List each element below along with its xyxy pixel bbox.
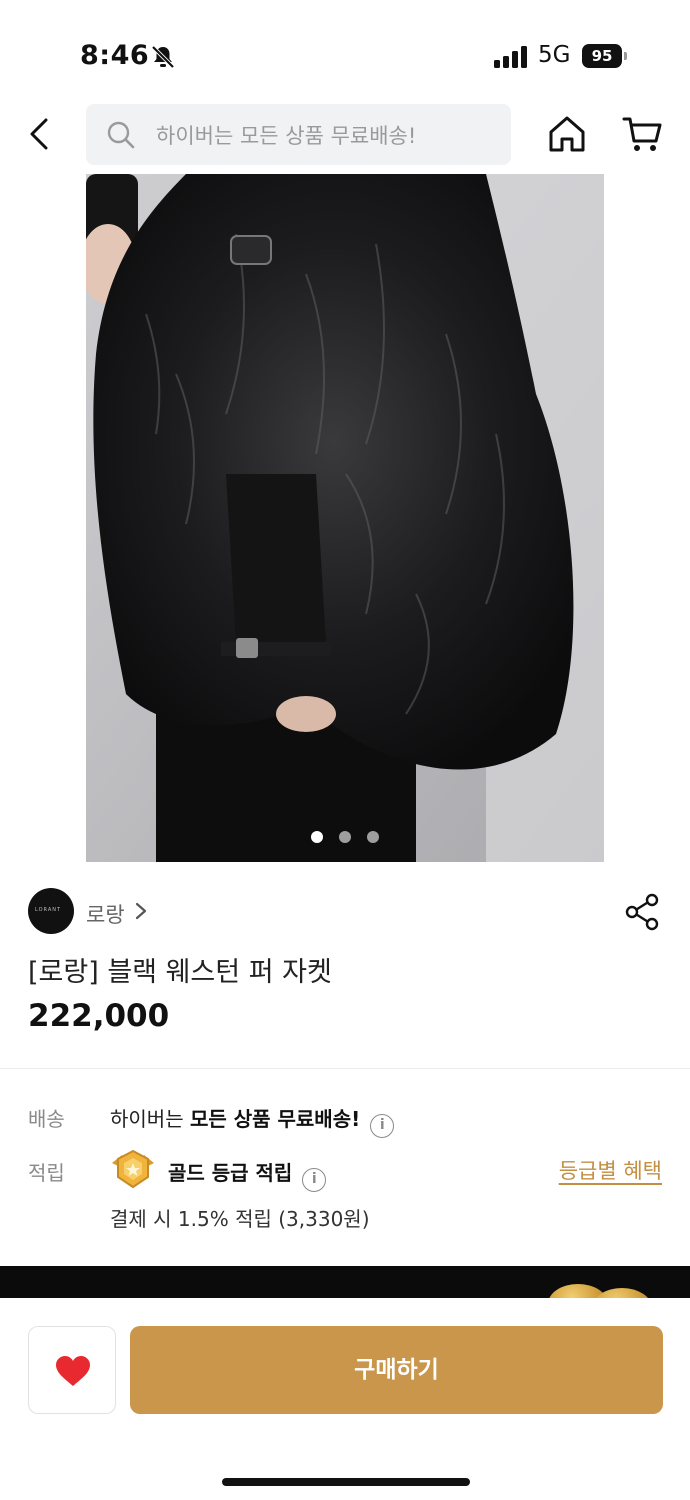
back-button[interactable] <box>22 112 58 156</box>
bell-off-icon <box>151 45 175 69</box>
cart-icon[interactable] <box>620 112 664 156</box>
top-nav: 하이버는 모든 상품 무료배송! <box>0 100 690 170</box>
points-detail: 결제 시 1.5% 적립 (3,330원) <box>110 1207 370 1231</box>
info-icon[interactable]: i <box>302 1168 327 1192</box>
grade-benefits-link[interactable]: 등급별 혜택 <box>559 1155 662 1185</box>
info-icon[interactable]: i <box>370 1114 395 1138</box>
product-image-carousel[interactable] <box>86 174 604 862</box>
network-type: 5G <box>538 42 571 68</box>
battery-level: 95 <box>582 44 622 68</box>
product-photo <box>86 174 604 862</box>
search-input[interactable]: 하이버는 모든 상품 무료배송! <box>86 104 511 165</box>
shipping-row: 배송 하이버는 모든 상품 무료배송! i <box>28 1103 668 1138</box>
product-price: 222,000 <box>28 998 170 1034</box>
carousel-dot[interactable] <box>339 831 351 843</box>
buy-button[interactable]: 구매하기 <box>130 1326 663 1414</box>
heart-icon <box>56 1356 90 1386</box>
shipping-value: 하이버는 모든 상품 무료배송! i <box>110 1103 395 1138</box>
carousel-dot[interactable] <box>367 831 379 843</box>
grade-text-label: 골드 등급 적립 <box>168 1161 293 1185</box>
shipping-highlight: 모든 상품 무료배송! <box>189 1107 361 1131</box>
like-button[interactable] <box>28 1326 116 1414</box>
battery-icon: 95 <box>582 44 628 68</box>
carousel-dot[interactable] <box>311 831 323 843</box>
status-time: 8:46 <box>80 40 150 71</box>
home-icon[interactable] <box>545 112 589 156</box>
brand-row: LORANT 로랑 <box>28 888 668 934</box>
search-icon <box>107 121 135 149</box>
divider <box>0 1068 690 1069</box>
gold-grade-medal-icon <box>112 1149 154 1189</box>
brand-logo-text: LORANT <box>35 907 62 913</box>
search-placeholder: 하이버는 모든 상품 무료배송! <box>156 124 417 148</box>
carousel-indicator <box>86 828 604 847</box>
points-label: 적립 <box>28 1161 65 1185</box>
brand-name-link[interactable]: 로랑 <box>86 899 125 929</box>
cellular-signal-icon <box>494 46 527 68</box>
points-row: 적립 골드 등급 적립 i 등급별 혜택 결제 시 1.5% 적립 (3,330원… <box>28 1149 668 1237</box>
promo-banner[interactable] <box>0 1266 690 1300</box>
shipping-prefix: 하이버는 <box>110 1107 190 1131</box>
share-icon[interactable] <box>624 892 660 932</box>
bottom-action-bar: 구매하기 <box>0 1298 690 1500</box>
status-bar: 8:46 5G 95 <box>0 0 690 100</box>
brand-logo[interactable]: LORANT <box>28 888 74 934</box>
product-title: [로랑] 블랙 웨스턴 퍼 자켓 <box>28 957 332 988</box>
grade-text: 골드 등급 적립 i <box>168 1157 327 1192</box>
shipping-label: 배송 <box>28 1107 65 1131</box>
home-indicator <box>222 1478 470 1486</box>
chevron-right-icon <box>135 902 147 920</box>
